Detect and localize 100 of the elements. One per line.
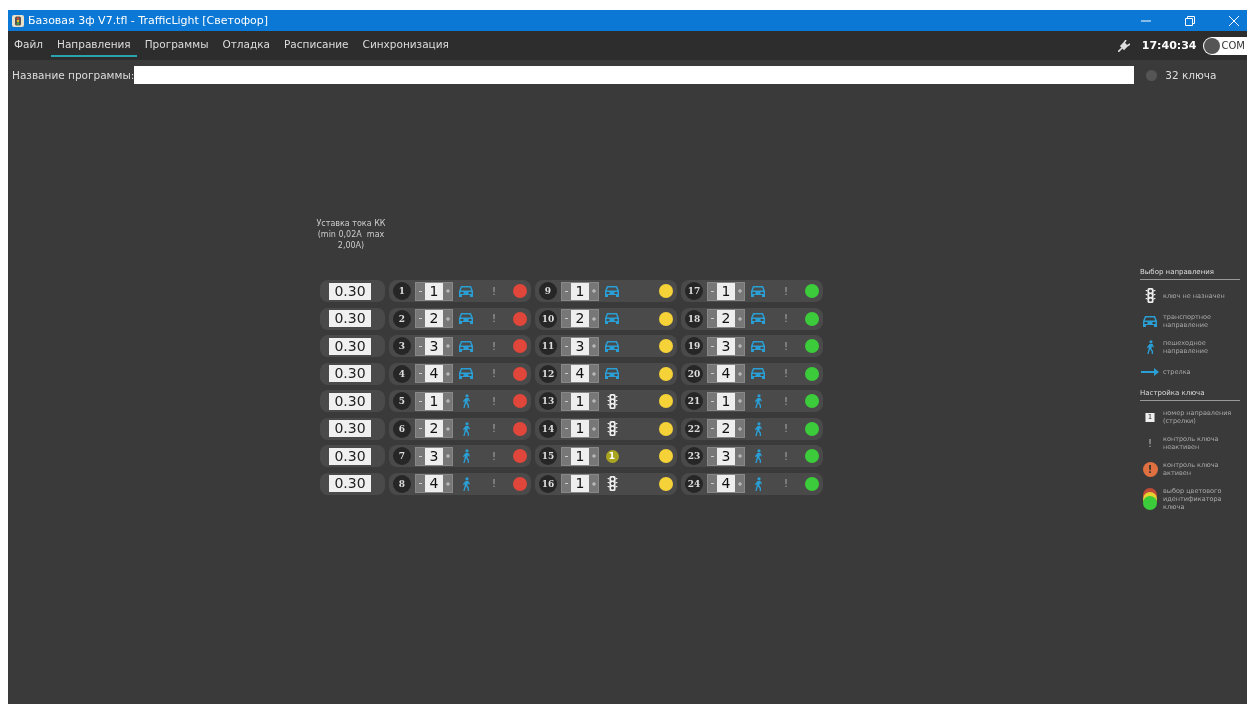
increment-button[interactable] [589, 282, 598, 300]
increment-button[interactable] [735, 447, 744, 465]
increment-button[interactable] [443, 310, 452, 327]
minus-icon [419, 290, 422, 292]
car-icon [458, 284, 474, 298]
control-mark: ! [784, 368, 788, 379]
increment-button[interactable] [443, 282, 452, 300]
increment-button[interactable] [589, 447, 598, 465]
menu-tab[interactable]: Отладка [216, 34, 276, 57]
key-color-dot[interactable] [805, 311, 819, 326]
key-color-dot[interactable] [805, 284, 819, 298]
increment-button[interactable] [443, 365, 452, 382]
current-value-field[interactable]: 0.30 [329, 392, 371, 410]
increment-button[interactable] [589, 337, 598, 355]
decrement-button[interactable] [416, 282, 425, 300]
decrement-button[interactable] [562, 282, 571, 300]
minus-icon [565, 400, 568, 402]
key-color-dot[interactable] [805, 476, 819, 491]
key-color-dot[interactable] [513, 366, 527, 381]
port-toggle[interactable]: COM [1202, 36, 1247, 55]
key-color-dot[interactable] [513, 449, 527, 463]
key-color-dot[interactable] [513, 311, 527, 326]
close-icon[interactable] [1229, 15, 1239, 26]
menu-tab[interactable]: Файл [8, 34, 49, 57]
decrement-button[interactable] [708, 337, 717, 355]
key-number: 5 [393, 392, 411, 410]
increment-button[interactable] [735, 310, 744, 327]
key-color-dot[interactable] [805, 394, 819, 408]
key-color-dot[interactable] [513, 421, 527, 436]
plug-icon [1117, 39, 1130, 52]
decrement-button[interactable] [562, 337, 571, 355]
car-icon [458, 367, 474, 380]
car-icon [458, 339, 474, 353]
current-value-field[interactable]: 0.30 [329, 420, 371, 437]
increment-button[interactable] [735, 420, 744, 437]
key-number: 21 [685, 392, 703, 410]
key-color-dot[interactable] [805, 339, 819, 353]
car-icon [750, 367, 766, 380]
increment-button[interactable] [589, 420, 598, 437]
key-color-dot[interactable] [513, 476, 527, 491]
increment-button[interactable] [589, 365, 598, 382]
key-color-dot[interactable] [805, 421, 819, 436]
key-color-dot[interactable] [659, 449, 673, 463]
current-value-field[interactable]: 0.30 [329, 365, 371, 382]
pedestrian-icon [753, 476, 763, 491]
key-color-dot[interactable] [659, 366, 673, 381]
current-value-field[interactable]: 0.30 [329, 310, 371, 327]
control-mark: ! [784, 285, 788, 297]
current-value-field[interactable]: 0.30 [329, 475, 371, 492]
minus-icon [711, 400, 714, 402]
increment-button[interactable] [443, 420, 452, 437]
key-color-dot[interactable] [659, 394, 673, 408]
key-color-dot[interactable] [659, 476, 673, 491]
increment-button[interactable] [589, 475, 598, 492]
key-color-dot[interactable] [805, 449, 819, 463]
menu-tab[interactable]: Программы [138, 34, 215, 57]
pedestrian-icon [461, 449, 471, 463]
decrement-button[interactable] [708, 282, 717, 300]
decrement-button[interactable] [562, 392, 571, 410]
plus-icon [737, 426, 742, 431]
program-name-field[interactable] [134, 66, 1135, 84]
key-color-dot[interactable] [513, 284, 527, 298]
clock-text: 17:40:34 [1141, 39, 1197, 52]
increment-button[interactable] [735, 337, 744, 355]
increment-button[interactable] [443, 475, 452, 492]
increment-button[interactable] [443, 447, 452, 465]
increment-button[interactable] [735, 365, 744, 382]
current-value-field[interactable]: 0.30 [329, 447, 371, 465]
control-mark: ! [492, 395, 496, 407]
key-color-dot[interactable] [659, 311, 673, 326]
decrement-button[interactable] [416, 447, 425, 465]
key-color-dot[interactable] [659, 339, 673, 353]
current-value-field[interactable]: 0.30 [329, 282, 371, 300]
current-value-field[interactable]: 0.30 [329, 337, 371, 355]
decrement-button[interactable] [708, 447, 717, 465]
increment-button[interactable] [443, 337, 452, 355]
traffic-light-icon [606, 421, 618, 436]
key-color-dot[interactable] [513, 394, 527, 408]
key-color-dot[interactable] [513, 339, 527, 353]
increment-button[interactable] [735, 282, 744, 300]
menu-tab[interactable]: Синхронизация [356, 34, 455, 57]
direction-value: 4 [717, 475, 735, 492]
decrement-button[interactable] [562, 447, 571, 465]
decrement-button[interactable] [708, 392, 717, 410]
key-color-dot[interactable] [805, 366, 819, 381]
plus-icon [445, 426, 450, 431]
menu-tab[interactable]: Направления [51, 34, 137, 57]
decrement-button[interactable] [416, 392, 425, 410]
key-number: 17 [685, 282, 703, 300]
direction-value: 3 [717, 337, 735, 355]
increment-button[interactable] [735, 392, 744, 410]
increment-button[interactable] [735, 475, 744, 492]
menu-tab[interactable]: Расписание [278, 34, 355, 57]
restore-icon[interactable] [1185, 15, 1195, 26]
decrement-button[interactable] [416, 337, 425, 355]
increment-button[interactable] [589, 392, 598, 410]
key-color-dot[interactable] [659, 284, 673, 298]
increment-button[interactable] [589, 310, 598, 327]
increment-button[interactable] [443, 392, 452, 410]
key-color-dot[interactable] [659, 421, 673, 436]
